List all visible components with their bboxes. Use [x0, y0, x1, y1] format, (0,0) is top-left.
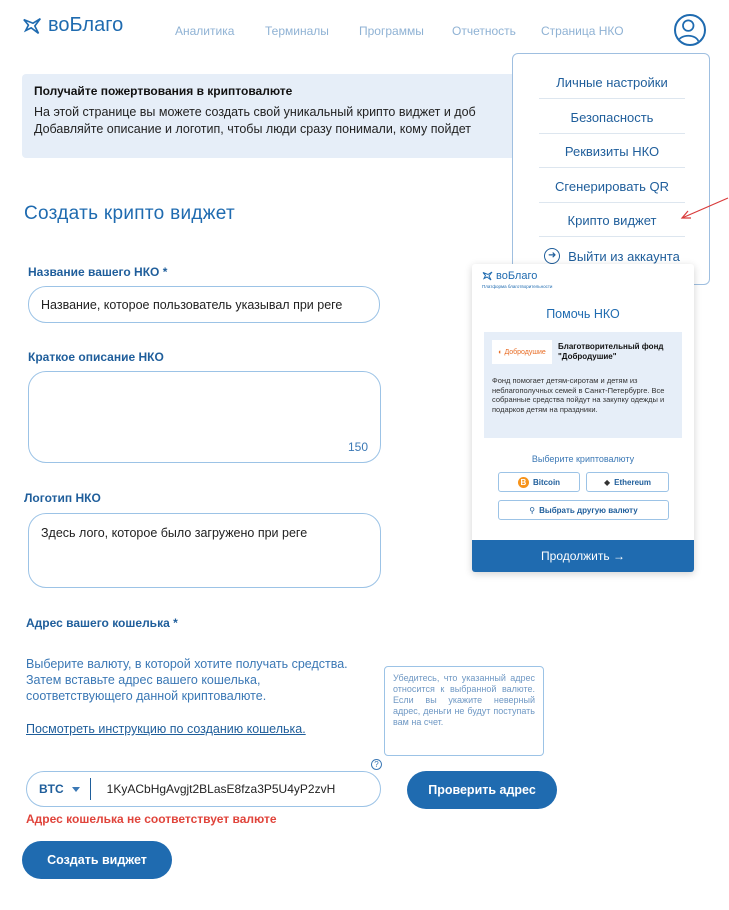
bitcoin-label: Bitcoin [532, 477, 561, 487]
menu-npo-details[interactable]: Реквизиты НКО [539, 144, 685, 168]
other-currency-option[interactable]: ⚲ Выбрать другую валюту [498, 500, 669, 520]
menu-crypto-widget[interactable]: Крипто виджет [539, 213, 685, 237]
nav-npo-page[interactable]: Страница НКО [541, 24, 624, 38]
create-widget-button[interactable]: Создать виджет [22, 841, 172, 879]
wallet-tooltip: Убедитесь, что указанный адрес относится… [384, 666, 544, 756]
account-dropdown: Личные настройки Безопасность Реквизиты … [512, 53, 710, 285]
search-icon: ⚲ [529, 505, 536, 515]
fund-name-line2: "Добродушие" [558, 352, 617, 361]
annotation-arrow [680, 197, 729, 219]
menu-generate-qr[interactable]: Сгенерировать QR [539, 179, 685, 203]
banner-text-line2: Добавляйте описание и логотип, чтобы люд… [34, 122, 472, 136]
preview-brand-name: воБлаго [496, 270, 538, 282]
wallet-input-group: BTC 1KyACbHgAvgjt2BLasE8fza3P5U4yP2zvH [26, 771, 381, 807]
currency-select[interactable]: BTC [39, 778, 91, 800]
banner-title: Получайте пожертвования в криптовалюте [34, 84, 293, 98]
nav-programs[interactable]: Программы [359, 24, 424, 38]
brand-name: воБлаго [48, 14, 124, 36]
npo-name-label: Название вашего НКО * [28, 265, 168, 279]
npo-name-input[interactable]: Название, которое пользователь указывал … [28, 286, 380, 323]
wallet-error-message: Адрес кошелька не соответствует валюте [26, 812, 277, 826]
help-icon[interactable]: ? [371, 759, 382, 770]
nav-reports[interactable]: Отчетность [452, 24, 516, 38]
fund-description: Фонд помогает детям-сиротам и детям из н… [492, 376, 665, 414]
nav-analytics[interactable]: Аналитика [175, 24, 234, 38]
bird-icon [482, 271, 493, 281]
nav-terminals[interactable]: Терминалы [265, 24, 329, 38]
npo-description-textarea[interactable]: 150 [28, 371, 381, 463]
logo-placeholder: Здесь лого, которое было загружено при р… [41, 526, 308, 540]
ethereum-icon: ◆ [603, 477, 611, 487]
widget-preview: воБлаго Платформа благотворительности По… [472, 264, 694, 572]
avatar[interactable] [674, 14, 706, 46]
npo-logo-label: Логотип НКО [24, 491, 101, 505]
fund-logo-text: Добродушие [504, 348, 546, 356]
wallet-help-line2: Затем вставьте адрес вашего кошелька, [26, 673, 261, 687]
wallet-instructions-link[interactable]: Посмотреть инструкцию по созданию кошель… [26, 722, 306, 736]
char-counter: 150 [347, 440, 368, 454]
bird-icon [23, 17, 41, 34]
bitcoin-icon: B [517, 476, 529, 488]
npo-logo-upload[interactable]: Здесь лого, которое было загружено при р… [28, 513, 381, 588]
menu-logout-label: Выйти из аккаунта [568, 248, 680, 264]
preview-brand: воБлаго [482, 270, 537, 282]
ethereum-label: Ethereum [614, 477, 652, 487]
fund-name-line1: Благотворительный фонд [558, 342, 664, 351]
brand-logo[interactable]: воБлаго [22, 14, 123, 37]
fund-info: ◐ Добродушие Благотворительный фонд "Доб… [484, 332, 682, 438]
sun-icon: ◐ [498, 348, 503, 356]
other-currency-label: Выбрать другую валюту [539, 505, 638, 515]
user-icon [676, 19, 700, 43]
bitcoin-option[interactable]: B Bitcoin [498, 472, 580, 492]
banner-text-line1: На этой странице вы можете создать свой … [34, 105, 476, 119]
ethereum-option[interactable]: ◆ Ethereum [586, 472, 669, 492]
choose-currency-label: Выберите криптовалюту [531, 454, 635, 464]
page-title: Создать крипто виджет [24, 203, 236, 224]
chevron-down-icon [71, 786, 80, 792]
wallet-label: Адрес вашего кошелька * [26, 616, 178, 630]
arrow-right-circle-icon: ➜ [544, 248, 561, 264]
preview-heading: Помочь НКО [546, 307, 620, 321]
wallet-help-line1: Выберите валюту, в которой хотите получа… [26, 657, 348, 671]
fund-name: Благотворительный фонд "Добродушие" [558, 342, 663, 362]
preview-brand-sub: Платформа благотворительности [482, 284, 553, 289]
menu-personal-settings[interactable]: Личные настройки [539, 75, 685, 99]
fund-logo: ◐ Добродушие [492, 340, 552, 364]
info-banner: Получайте пожертвования в криптовалюте Н… [22, 74, 522, 158]
wallet-address-input[interactable]: 1KyACbHgAvgjt2BLasE8fza3P5U4yP2zvH [91, 782, 336, 796]
currency-value: BTC [39, 782, 64, 796]
npo-description-label: Краткое описание НКО [28, 350, 164, 364]
continue-button[interactable]: Продолжить → [472, 540, 694, 572]
menu-security[interactable]: Безопасность [539, 110, 685, 134]
wallet-help-line3: соответствующего данной криптовалюте. [26, 689, 267, 703]
check-address-button[interactable]: Проверить адрес [407, 771, 557, 809]
